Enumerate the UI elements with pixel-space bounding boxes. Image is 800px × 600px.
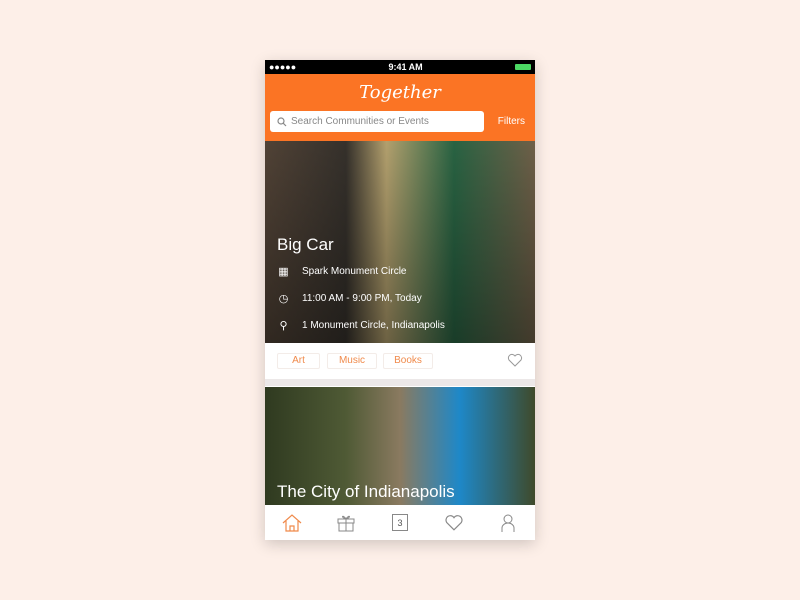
tab-gifts[interactable] [335, 512, 357, 534]
phone-screen: ●●●●● 9:41 AM Together Search Communitie… [265, 60, 535, 540]
heart-icon [445, 515, 463, 531]
tab-profile[interactable] [497, 512, 519, 534]
tab-favorites[interactable] [443, 512, 465, 534]
user-icon [501, 514, 515, 532]
gift-icon [337, 515, 355, 531]
tab-home[interactable] [281, 512, 303, 534]
heart-icon[interactable] [507, 353, 523, 367]
card-title: Big Car [277, 235, 334, 254]
location-pin-icon: ⚲ [279, 320, 288, 332]
card-title: The City of Indianapolis [277, 482, 455, 501]
battery-icon [515, 64, 531, 70]
home-icon [282, 513, 302, 532]
app-title: Together [359, 82, 441, 103]
calendar-icon: ▦ [278, 266, 289, 278]
card-tags: Art Music Books [265, 343, 535, 386]
filters-button[interactable]: Filters [498, 116, 525, 127]
status-time: 9:41 AM [388, 62, 423, 72]
tab-calendar[interactable]: 3 [389, 512, 411, 534]
tag-books[interactable]: Books [383, 353, 433, 369]
card-address: 1 Monument Circle, Indianapolis [302, 320, 445, 331]
card-time: 11:00 AM - 9:00 PM, Today [302, 293, 422, 304]
app-header: Together Search Communities or Events Fi… [265, 74, 535, 141]
calendar-day: 3 [397, 518, 403, 528]
card-venue: Spark Monument Circle [302, 266, 407, 277]
status-bar: ●●●●● 9:41 AM [265, 60, 535, 74]
event-card-big-car[interactable]: Big Car ▦ Spark Monument Circle ◷ 11:00 AM… [265, 141, 535, 343]
search-icon [277, 116, 287, 126]
search-placeholder: Search Communities or Events [291, 116, 429, 127]
clock-icon: ◷ [278, 293, 289, 305]
tag-art[interactable]: Art [277, 353, 320, 369]
event-card-indianapolis[interactable]: The City of Indianapolis [265, 387, 535, 505]
search-input[interactable]: Search Communities or Events [270, 111, 484, 132]
calendar-icon: 3 [392, 514, 408, 531]
signal-icon: ●●●●● [269, 62, 297, 72]
tab-bar: 3 [265, 505, 535, 540]
tag-music[interactable]: Music [327, 353, 377, 369]
